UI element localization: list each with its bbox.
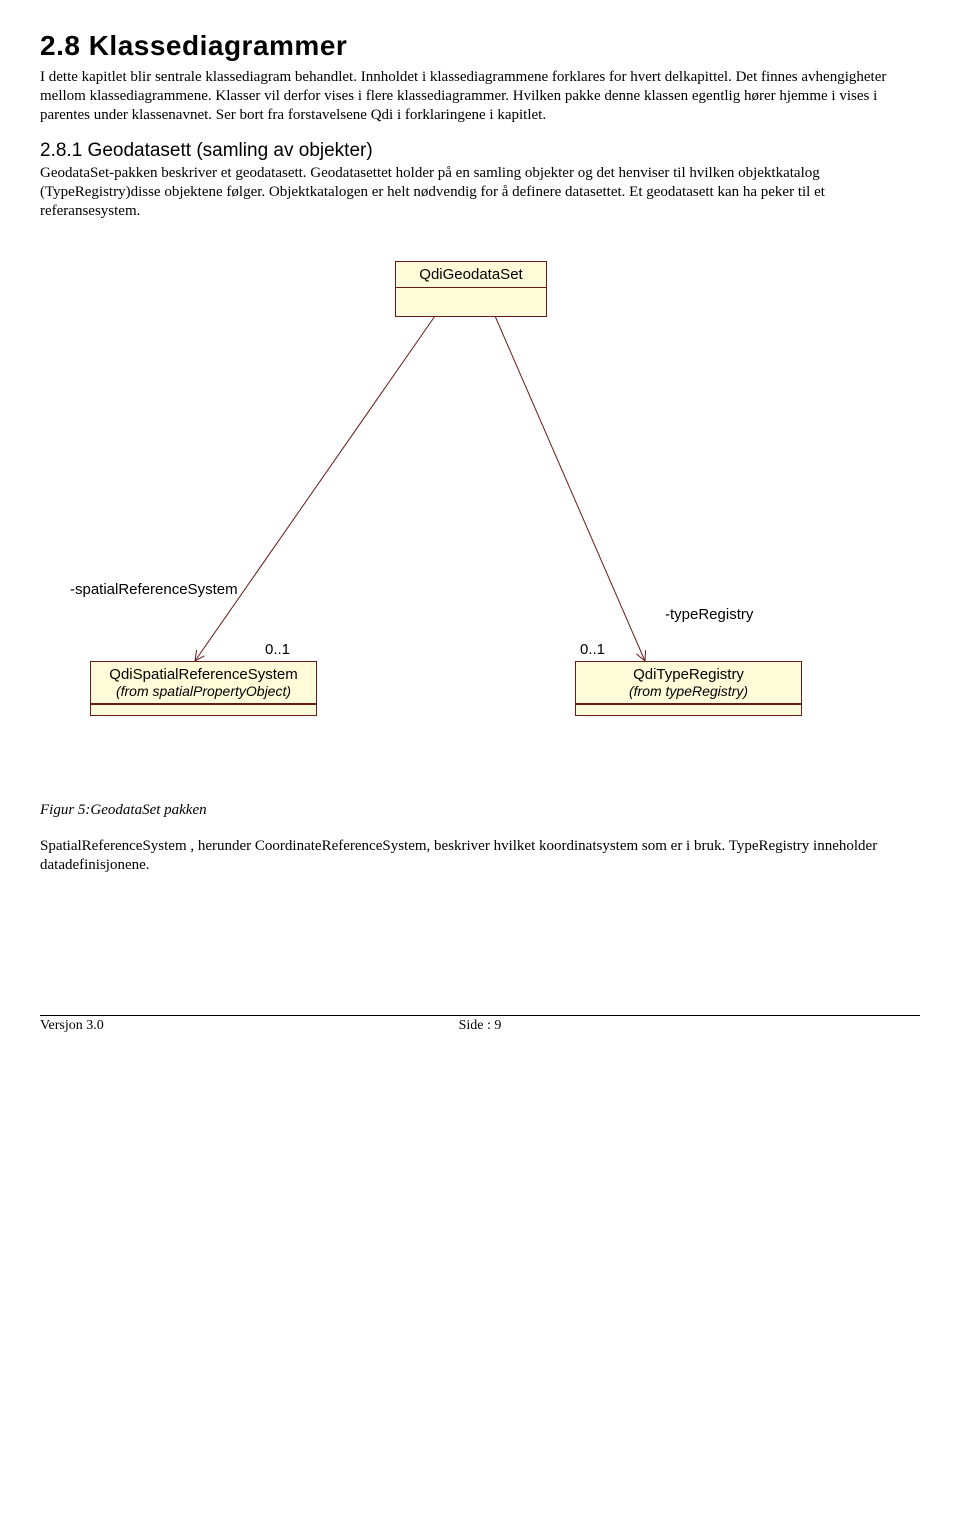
assoc-role-typeregistry: -typeRegistry [665, 606, 753, 623]
assoc-mult-spatialref: 0..1 [265, 641, 290, 658]
uml-class-name: QdiTypeRegistry [576, 662, 801, 683]
assoc-role-spatialref: -spatialReferenceSystem [70, 581, 238, 598]
uml-class-package: (from spatialPropertyObject) [91, 683, 316, 703]
footer-page: Side : 9 [40, 1018, 920, 1034]
intro-paragraph: I dette kapitlet blir sentrale klassedia… [40, 68, 920, 124]
uml-class-package: (from typeRegistry) [576, 683, 801, 703]
uml-class-spatialref: QdiSpatialReferenceSystem (from spatialP… [90, 661, 317, 716]
figure-caption: Figur 5:GeodataSet pakken [40, 801, 920, 820]
uml-class-typeregistry: QdiTypeRegistry (from typeRegistry) [575, 661, 802, 716]
assoc-mult-typeregistry: 0..1 [580, 641, 605, 658]
page-footer: Versjon 3.0 Side : 9 [40, 1015, 920, 1034]
uml-class-name: QdiGeodataSet [396, 262, 546, 288]
uml-class-geodataset: QdiGeodataSet [395, 261, 547, 317]
closing-paragraph: SpatialReferenceSystem , herunder Coordi… [40, 837, 920, 875]
subsection-paragraph: GeodataSet-pakken beskriver et geodatase… [40, 164, 920, 220]
footer-version: Versjon 3.0 [40, 1018, 104, 1034]
subsection-heading: 2.8.1 Geodatasett (samling av objekter) [40, 140, 920, 162]
uml-class-name: QdiSpatialReferenceSystem [91, 662, 316, 683]
uml-diagram: QdiGeodataSet -spatialReferenceSystem 0.… [40, 261, 900, 781]
section-heading: 2.8 Klassediagrammer [40, 30, 920, 62]
